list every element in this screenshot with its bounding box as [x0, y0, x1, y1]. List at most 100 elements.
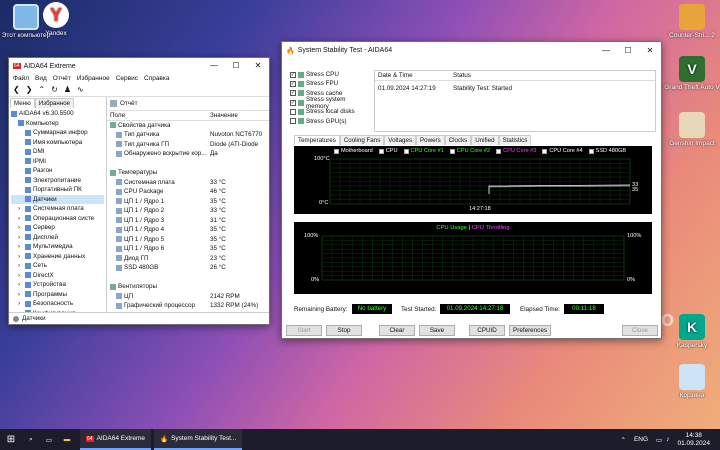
report-button[interactable]: Отчёт: [120, 100, 137, 107]
table-row[interactable]: Диод ГП 23 °C: [110, 254, 269, 264]
file-explorer-icon[interactable]: ▬: [58, 436, 76, 443]
stress-checkbox[interactable]: ✓ Stress system memory: [290, 96, 370, 110]
tree-item[interactable]: › Устройства: [11, 280, 104, 290]
tab-clocks[interactable]: Clocks: [444, 135, 472, 145]
menu-file[interactable]: Файл: [13, 75, 29, 82]
checkbox-icon[interactable]: [290, 118, 296, 125]
taskbar-app-stability-test[interactable]: 🔥 System Stability Test...: [153, 429, 243, 450]
menu-view[interactable]: Вид: [35, 75, 47, 82]
tree-item[interactable]: › Безопасность: [11, 299, 104, 309]
sst-titlebar[interactable]: 🔥 System Stability Test - AIDA64 — ☐ ✕: [282, 42, 661, 59]
refresh-icon[interactable]: ↻: [51, 85, 58, 94]
tab-voltages[interactable]: Voltages: [384, 135, 417, 145]
user-icon[interactable]: ♟: [64, 85, 71, 94]
table-row[interactable]: ЦП 1 / Ядро 5 35 °C: [110, 235, 269, 245]
tab-unified[interactable]: Unified: [471, 135, 499, 145]
stress-checkbox[interactable]: Stress GPU(s): [290, 116, 370, 125]
expand-chevron-icon[interactable]: ›: [18, 280, 23, 290]
task-view-icon[interactable]: ▭: [40, 436, 58, 444]
preferences-button[interactable]: Preferences: [509, 325, 551, 336]
tree-item[interactable]: › Сеть: [11, 261, 104, 271]
tree-item[interactable]: › Программы: [11, 290, 104, 300]
table-row[interactable]: Вентиляторы: [110, 282, 269, 292]
column-value[interactable]: Значение: [210, 111, 269, 120]
tree-item[interactable]: › Хранение данных: [11, 252, 104, 262]
tab-menu[interactable]: Меню: [10, 98, 35, 108]
table-row[interactable]: ЦП 1 / Ядро 6 35 °C: [110, 244, 269, 254]
table-row[interactable]: ЦП 2142 RPM: [110, 292, 269, 302]
tree-item[interactable]: Портативный ПК: [11, 185, 104, 195]
log-header-status[interactable]: Status: [451, 71, 471, 80]
table-row[interactable]: SSD 480GB 26 °C: [110, 263, 269, 273]
tree-item[interactable]: › DirectX: [11, 271, 104, 281]
taskbar-app-aida64[interactable]: 64 AIDA64 Extreme: [80, 429, 151, 450]
tree-item[interactable]: › Операционная систе: [11, 214, 104, 224]
tree-item[interactable]: › Мультимедиа: [11, 242, 104, 252]
checkbox-icon[interactable]: [290, 108, 296, 115]
expand-chevron-icon[interactable]: ›: [18, 233, 23, 243]
table-row[interactable]: ЦП 1 / Ядро 1 35 °C: [110, 197, 269, 207]
windows-start-icon[interactable]: ⊞: [0, 434, 22, 445]
tab-statistics[interactable]: Statistics: [498, 135, 532, 145]
chart-icon[interactable]: ∿: [77, 85, 84, 94]
close-button[interactable]: ✕: [247, 58, 269, 74]
sst-maximize-button[interactable]: ☐: [617, 43, 639, 59]
stop-button[interactable]: Stop: [326, 325, 362, 336]
up-icon[interactable]: ⌃: [38, 85, 45, 94]
expand-chevron-icon[interactable]: ›: [18, 214, 23, 224]
stress-checkbox[interactable]: ✓ Stress CPU: [290, 70, 370, 79]
aida64-titlebar[interactable]: 64 AIDA64 Extreme — ☐ ✕: [9, 58, 269, 74]
search-icon[interactable]: ⌕: [22, 436, 40, 444]
clear-button[interactable]: Clear: [379, 325, 415, 336]
desktop-icon-gta[interactable]: V Grand Theft Auto V: [664, 56, 720, 91]
menu-report[interactable]: Отчёт: [53, 75, 71, 82]
tree-item[interactable]: › Сервер: [11, 223, 104, 233]
table-row[interactable]: CPU Package 46 °C: [110, 187, 269, 197]
table-row[interactable]: Температуры: [110, 168, 269, 178]
tray-chevron-icon[interactable]: ⌃: [621, 436, 626, 444]
desktop-icon-yandex[interactable]: Y Yandex: [28, 2, 84, 37]
tab-powers[interactable]: Powers: [416, 135, 445, 145]
volume-icon[interactable]: ♪: [666, 436, 669, 443]
desktop-icon-recycle-bin[interactable]: Корзина: [664, 364, 720, 399]
expand-chevron-icon[interactable]: ›: [18, 299, 23, 309]
tree-item[interactable]: › Системная плата: [11, 204, 104, 214]
table-row[interactable]: ЦП 1 / Ядро 3 31 °C: [110, 216, 269, 226]
menu-tools[interactable]: Сервис: [116, 75, 138, 82]
table-row[interactable]: Графический процессор 1332 RPM (24%): [110, 301, 269, 311]
tree-item[interactable]: Электропитание: [11, 176, 104, 186]
table-row[interactable]: Обнаружено вскрытие кор... Да: [110, 149, 269, 159]
log-header-time[interactable]: Date & Time: [375, 71, 451, 80]
close-test-button[interactable]: Close: [622, 325, 658, 336]
tree-item[interactable]: Суммарная инфор: [11, 128, 104, 138]
clock[interactable]: 14:38 01.09.2024: [677, 432, 710, 446]
column-field[interactable]: Поле: [110, 111, 210, 120]
menu-help[interactable]: Справка: [144, 75, 170, 82]
tab-favorites[interactable]: Избранное: [34, 98, 75, 108]
back-icon[interactable]: ❮: [13, 85, 20, 94]
cpuid-button[interactable]: CPUID: [469, 325, 505, 336]
desktop-icon-cs2[interactable]: Counter-Stri... 2: [664, 4, 720, 39]
start-button[interactable]: Start: [286, 325, 322, 336]
language-indicator[interactable]: ENG: [634, 436, 648, 443]
tab-temperatures[interactable]: Temperatures: [294, 135, 340, 145]
checkbox-icon[interactable]: ✓: [290, 80, 296, 87]
expand-chevron-icon[interactable]: ›: [18, 223, 23, 233]
checkbox-icon[interactable]: ✓: [290, 71, 296, 78]
table-row[interactable]: ЦП 1 / Ядро 2 33 °C: [110, 206, 269, 216]
desktop-icon-genshin[interactable]: Genshin Impact: [664, 112, 720, 147]
tree-item[interactable]: IPMI: [11, 157, 104, 167]
tree-item[interactable]: DMI: [11, 147, 104, 157]
tab-cooling-fans[interactable]: Cooling Fans: [339, 135, 385, 145]
expand-chevron-icon[interactable]: ›: [18, 290, 23, 300]
tree-item[interactable]: Имя компьютера: [11, 138, 104, 148]
table-row[interactable]: Свойства датчика: [110, 121, 269, 131]
sst-close-button[interactable]: ✕: [639, 43, 661, 59]
expand-chevron-icon[interactable]: ›: [18, 252, 23, 262]
expand-chevron-icon[interactable]: ›: [18, 271, 23, 281]
table-row[interactable]: [110, 159, 269, 169]
save-button[interactable]: Save: [419, 325, 455, 336]
expand-chevron-icon[interactable]: ›: [18, 261, 23, 271]
table-row[interactable]: Системная плата 33 °C: [110, 178, 269, 188]
minimize-button[interactable]: —: [203, 58, 225, 74]
